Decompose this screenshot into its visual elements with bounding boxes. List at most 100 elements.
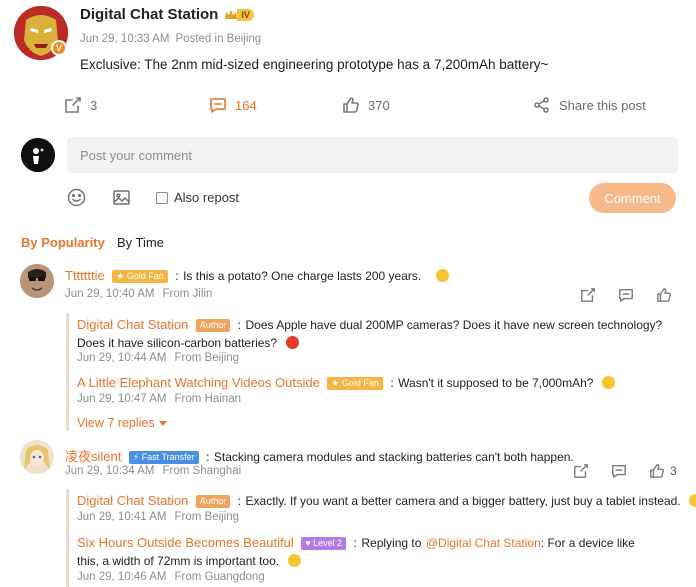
post-location: Posted in Beijing xyxy=(175,33,262,45)
emoji-button[interactable] xyxy=(67,188,86,212)
comment-date: Jun 29, 10:40 AM xyxy=(65,288,155,300)
chevron-down-icon xyxy=(158,421,167,426)
repost-icon xyxy=(65,97,81,113)
reply-item: Digital Chat Station Author : Exactly. I… xyxy=(77,492,696,510)
verified-badge: V xyxy=(51,40,67,56)
gold-fan-badge: ★ Gold Fan xyxy=(327,377,383,390)
share-label: Share this post xyxy=(559,97,646,113)
reply-item: A Little Elephant Watching Videos Outsid… xyxy=(77,374,615,392)
badge-label: Gold Fan xyxy=(341,378,379,388)
comment-text: Stacking camera modules and stacking bat… xyxy=(213,450,574,464)
anime-avatar-image xyxy=(20,440,54,474)
like-button[interactable]: 3 xyxy=(649,463,677,479)
current-user-avatar xyxy=(21,138,55,172)
smirk-emoji-icon xyxy=(601,376,615,389)
like-icon xyxy=(650,464,665,478)
separator: : xyxy=(237,494,242,508)
badge-label: Gold Fan xyxy=(126,271,164,281)
reply-text: Exactly. If you want a better camera and… xyxy=(245,494,681,508)
reply-author-name[interactable]: Digital Chat Station xyxy=(77,493,188,508)
reply-date: Jun 29, 10:47 AM xyxy=(77,393,167,405)
separator: : xyxy=(390,376,394,390)
level-badge: ♥ Level 2 xyxy=(301,537,347,550)
like-icon[interactable] xyxy=(656,287,672,303)
repost-icon[interactable] xyxy=(573,463,589,479)
repost-icon[interactable] xyxy=(580,287,596,303)
repost-button[interactable]: 3 xyxy=(64,96,97,114)
smile-emoji-icon xyxy=(287,554,301,567)
also-repost-option[interactable]: Also repost xyxy=(156,190,239,205)
view-replies-label: View 7 replies xyxy=(77,416,155,430)
comment-icon xyxy=(210,98,226,113)
share-button[interactable]: Share this post xyxy=(533,96,646,114)
post-date: Jun 29, 10:33 AM xyxy=(80,33,170,45)
commenter-name[interactable]: Tttttttie xyxy=(65,268,105,283)
like-button[interactable]: 370 xyxy=(342,96,390,114)
reply-item: Six Hours Outside Becomes Beautiful ♥ Le… xyxy=(77,534,657,570)
comment-1-line: Tttttttie ★ Gold Fan : Is this a potato?… xyxy=(65,267,449,285)
reply-location: From Hainan xyxy=(174,393,241,405)
author-badge: Author xyxy=(195,495,231,508)
sweat-smile-emoji-icon xyxy=(689,494,696,507)
comment-count: 164 xyxy=(235,97,257,113)
badge-label: Fast Transfer xyxy=(141,452,195,462)
submit-comment-button[interactable]: Comment xyxy=(589,183,676,213)
comment-input[interactable]: Post your comment xyxy=(67,137,678,173)
post-author-name[interactable]: Digital Chat Station xyxy=(80,6,218,23)
person-avatar-image xyxy=(20,264,54,298)
separator: : xyxy=(175,269,179,283)
gold-fan-icon: ★ xyxy=(116,271,125,281)
gold-fan-badge: ★ Gold Fan xyxy=(112,270,168,283)
reply-date: Jun 29, 10:41 AM xyxy=(77,511,167,523)
like-icon xyxy=(343,97,359,113)
reply-thread-line xyxy=(66,313,69,431)
separator: : xyxy=(237,318,242,332)
separator: : xyxy=(206,450,210,464)
like-count: 370 xyxy=(368,97,390,113)
comment-icon[interactable] xyxy=(618,287,634,303)
reply-location: From Beijing xyxy=(174,511,240,523)
crown-icon xyxy=(225,9,238,19)
also-repost-checkbox[interactable] xyxy=(156,191,168,204)
commenter-avatar[interactable] xyxy=(20,264,54,298)
reply-text: Wasn't it supposed to be 7,000mAh? xyxy=(398,376,594,390)
commenter-avatar[interactable] xyxy=(20,440,54,474)
badge-label: Level 2 xyxy=(313,538,343,548)
repost-count: 3 xyxy=(90,97,98,113)
tab-by-time[interactable]: By Time xyxy=(117,235,164,250)
emoji-icon xyxy=(67,188,86,207)
comment-date: Jun 29, 10:34 AM xyxy=(65,465,155,477)
reply-author-name[interactable]: Digital Chat Station xyxy=(77,317,188,332)
comment-location: From Jilin xyxy=(162,288,213,300)
reply-date: Jun 29, 10:44 AM xyxy=(77,352,167,364)
reply-author-name[interactable]: A Little Elephant Watching Videos Outsid… xyxy=(77,375,320,390)
commenter-name[interactable]: 凌夜silent xyxy=(65,449,121,464)
crown-level-badge: IV xyxy=(224,8,254,22)
comment-button[interactable]: 164 xyxy=(209,96,257,114)
tab-by-popularity[interactable]: By Popularity xyxy=(21,235,105,250)
reply-location: From Beijing xyxy=(174,352,240,364)
user-avatar-image xyxy=(21,138,55,172)
share-icon xyxy=(534,97,549,113)
reply-location: From Guangdong xyxy=(174,571,265,583)
fast-transfer-badge: ⚡ Fast Transfer xyxy=(128,451,199,464)
comment-input-placeholder: Post your comment xyxy=(80,147,192,163)
image-icon xyxy=(113,190,130,205)
also-repost-label: Also repost xyxy=(174,190,240,205)
view-replies-link[interactable]: View 7 replies xyxy=(77,416,168,430)
laughing-emoji-icon xyxy=(435,269,449,282)
author-badge: Author xyxy=(195,319,231,332)
comment-icon[interactable] xyxy=(611,463,627,479)
reply-date: Jun 29, 10:46 AM xyxy=(77,571,167,583)
post-content: Exclusive: The 2nm mid-sized engineering… xyxy=(80,57,549,72)
fast-transfer-icon: ⚡ xyxy=(132,452,140,462)
gold-fan-icon: ★ xyxy=(331,378,340,388)
reply-item: Digital Chat Station Author : Does Apple… xyxy=(77,316,672,352)
reply-author-name[interactable]: Six Hours Outside Becomes Beautiful xyxy=(77,535,294,550)
separator: : xyxy=(353,536,357,550)
mention-link[interactable]: @Digital Chat Station xyxy=(426,536,541,550)
reply-prefix: Replying to xyxy=(361,536,422,550)
comment-text: Is this a potato? One charge lasts 200 y… xyxy=(183,269,422,283)
image-upload-button[interactable] xyxy=(112,188,131,212)
comment-2-line: 凌夜silent ⚡ Fast Transfer : Stacking came… xyxy=(65,446,574,466)
